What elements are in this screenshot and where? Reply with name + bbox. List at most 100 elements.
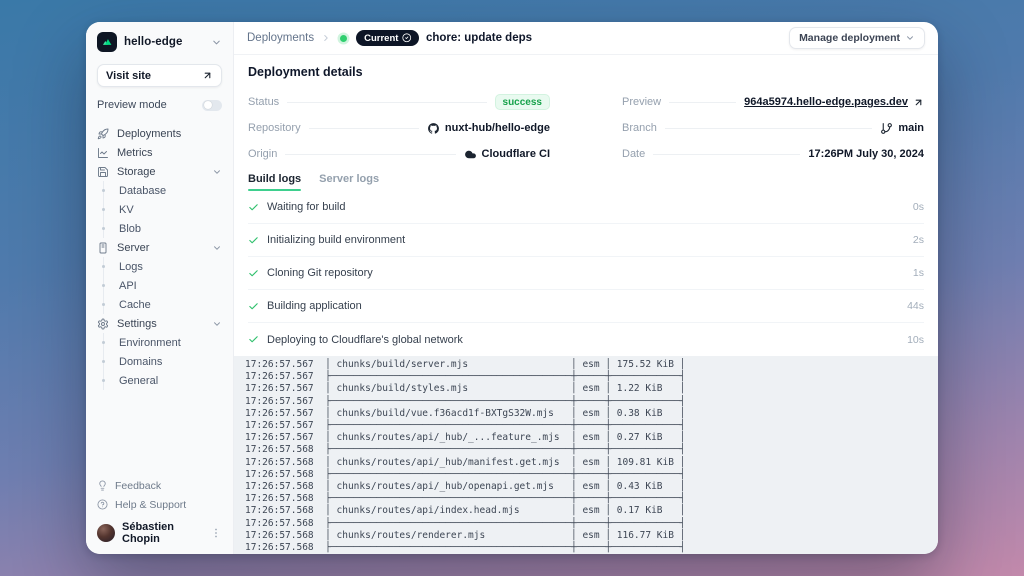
build-steps-list: Waiting for build 0s Initializing build en…	[234, 191, 938, 356]
build-step-waiting-for-build[interactable]: Waiting for build 0s	[248, 191, 924, 224]
preview-link[interactable]: 964a5974.hello-edge.pages.dev	[744, 96, 908, 108]
build-step-label: Building application	[267, 300, 362, 312]
sidebar-item-label: Storage	[117, 166, 156, 178]
sidebar-subitem-general[interactable]: General	[97, 371, 222, 390]
leader-line	[669, 102, 736, 103]
console-line: 17:26:57.568 │ chunks/routes/renderer.mj…	[245, 530, 938, 542]
detail-row-origin: OriginCloudflare CI	[248, 141, 550, 167]
sidebar-subitem-label: Logs	[119, 261, 143, 273]
chevron-down-icon	[905, 33, 915, 43]
sidebar-item-storage[interactable]: Storage	[97, 162, 222, 181]
chevron-down-icon	[212, 243, 222, 253]
sidebar-subitem-cache[interactable]: Cache	[97, 295, 222, 314]
main-panel: Deployments Current chore: update deps M…	[234, 22, 938, 554]
build-step-label: Initializing build environment	[267, 234, 405, 246]
sidebar-footer-feedback[interactable]: Feedback	[97, 477, 222, 494]
deployment-details-heading: Deployment details	[248, 65, 924, 80]
current-badge: Current	[356, 30, 419, 46]
sidebar-nav: Deployments Metrics Storage Database KV Blob S…	[97, 124, 222, 390]
sidebar-footer-help-support[interactable]: Help & Support	[97, 496, 222, 513]
detail-label: Status	[248, 96, 279, 108]
sidebar-subitem-label: API	[119, 280, 137, 292]
detail-row-preview: Preview 964a5974.hello-edge.pages.dev	[622, 89, 924, 115]
sidebar-item-deployments[interactable]: Deployments	[97, 124, 222, 143]
build-step-initializing-build-environment[interactable]: Initializing build environment 2s	[248, 224, 924, 257]
detail-label: Date	[622, 148, 645, 160]
sidebar-item-settings[interactable]: Settings	[97, 314, 222, 333]
console-line: 17:26:57.567 │ chunks/routes/api/_hub/_.…	[245, 432, 938, 444]
sidebar-subitem-domains[interactable]: Domains	[97, 352, 222, 371]
logs-tabs: Build logs Server logs	[234, 167, 938, 191]
console-line: 17:26:57.568 ├──────────────────────────…	[245, 542, 938, 554]
leader-line	[665, 128, 872, 129]
current-badge-label: Current	[364, 33, 398, 44]
topbar: Deployments Current chore: update deps M…	[234, 22, 938, 55]
detail-label: Preview	[622, 96, 661, 108]
team-name: hello-edge	[124, 36, 204, 48]
preview-mode-row: Preview mode	[97, 99, 222, 111]
detail-label: Branch	[622, 122, 657, 134]
live-status-dot	[340, 35, 347, 42]
detail-value-text: main	[898, 122, 924, 134]
build-log-console[interactable]: 17:26:57.567 │ chunks/build/server.mjs │…	[234, 356, 938, 554]
sidebar-subitem-blob[interactable]: Blob	[97, 219, 222, 238]
arrow-up-right-icon	[913, 97, 924, 108]
sidebar-item-server[interactable]: Server	[97, 238, 222, 257]
console-line: 17:26:57.568 │ chunks/routes/api/_hub/ma…	[245, 457, 938, 469]
console-line: 17:26:57.567 ├──────────────────────────…	[245, 371, 938, 383]
tab-build-logs[interactable]: Build logs	[248, 173, 301, 191]
build-step-label: Waiting for build	[267, 201, 345, 213]
build-step-cloning-git-repository[interactable]: Cloning Git repository1s	[248, 257, 924, 290]
build-step-duration: 1s	[913, 267, 924, 279]
detail-column: StatussuccessRepositorynuxt-hub/hello-ed…	[248, 89, 550, 167]
server-icon	[97, 242, 109, 254]
sidebar-subitem-label: KV	[119, 204, 134, 216]
sidebar-item-label: Deployments	[117, 128, 181, 140]
build-step-duration: 0s	[913, 201, 924, 213]
detail-label: Repository	[248, 122, 301, 134]
toggle-knob	[204, 101, 212, 109]
detail-row-date: Date 17:26PM July 30, 2024	[622, 141, 924, 167]
chevron-down-icon	[212, 319, 222, 329]
build-step-duration: 2s	[913, 234, 924, 246]
detail-row-status: Status success	[248, 89, 550, 115]
user-name: Sébastien Chopin	[122, 521, 203, 545]
sidebar-subitem-logs[interactable]: Logs	[97, 257, 222, 276]
cloud-icon	[464, 148, 477, 161]
check-icon	[248, 235, 259, 246]
leader-line	[285, 154, 455, 155]
sidebar-item-metrics[interactable]: Metrics	[97, 143, 222, 162]
team-switcher[interactable]: hello-edge	[97, 31, 222, 53]
console-line: 17:26:57.567 ├──────────────────────────…	[245, 420, 938, 432]
build-step-label: Deploying to Cloudflare's global network	[267, 334, 463, 346]
status-badge: success	[495, 94, 550, 110]
check-circle-icon	[402, 33, 412, 43]
preview-mode-toggle[interactable]	[202, 100, 222, 111]
sidebar-subitem-database[interactable]: Database	[97, 181, 222, 200]
ellipsis-vertical-icon[interactable]	[210, 527, 222, 539]
leader-line	[287, 102, 486, 103]
detail-value-date: 17:26PM July 30, 2024	[808, 148, 924, 160]
visit-site-button[interactable]: Visit site	[97, 64, 222, 87]
sidebar-item-label: Settings	[117, 318, 157, 330]
tab-server-logs[interactable]: Server logs	[319, 173, 379, 191]
sidebar: hello-edge Visit site Preview mode Deplo…	[86, 22, 234, 554]
manage-deployment-button[interactable]: Manage deployment	[789, 27, 925, 49]
console-line: 17:26:57.567 │ chunks/build/styles.mjs │…	[245, 383, 938, 395]
detail-value-preview[interactable]: 964a5974.hello-edge.pages.dev	[744, 96, 924, 108]
chevron-down-icon	[212, 167, 222, 177]
sidebar-subitem-kv[interactable]: KV	[97, 200, 222, 219]
sidebar-subitem-environment[interactable]: Environment	[97, 333, 222, 352]
build-step-deploying-to-cloudflare-s-global-network[interactable]: Deploying to Cloudflare's global network…	[248, 323, 924, 356]
detail-value-origin: Cloudflare CI	[464, 148, 550, 161]
chevron-right-icon	[321, 33, 331, 43]
check-icon	[248, 301, 259, 312]
github-icon	[427, 122, 440, 135]
user-menu[interactable]: Sébastien Chopin	[97, 522, 222, 544]
breadcrumb-deployments[interactable]: Deployments	[247, 32, 314, 44]
detail-column: Preview 964a5974.hello-edge.pages.dev Bran…	[622, 89, 924, 167]
sidebar-subitem-api[interactable]: API	[97, 276, 222, 295]
sidebar-subitem-label: General	[119, 375, 158, 387]
build-step-building-application[interactable]: Building application44s	[248, 290, 924, 323]
sidebar-subitem-label: Blob	[119, 223, 141, 235]
